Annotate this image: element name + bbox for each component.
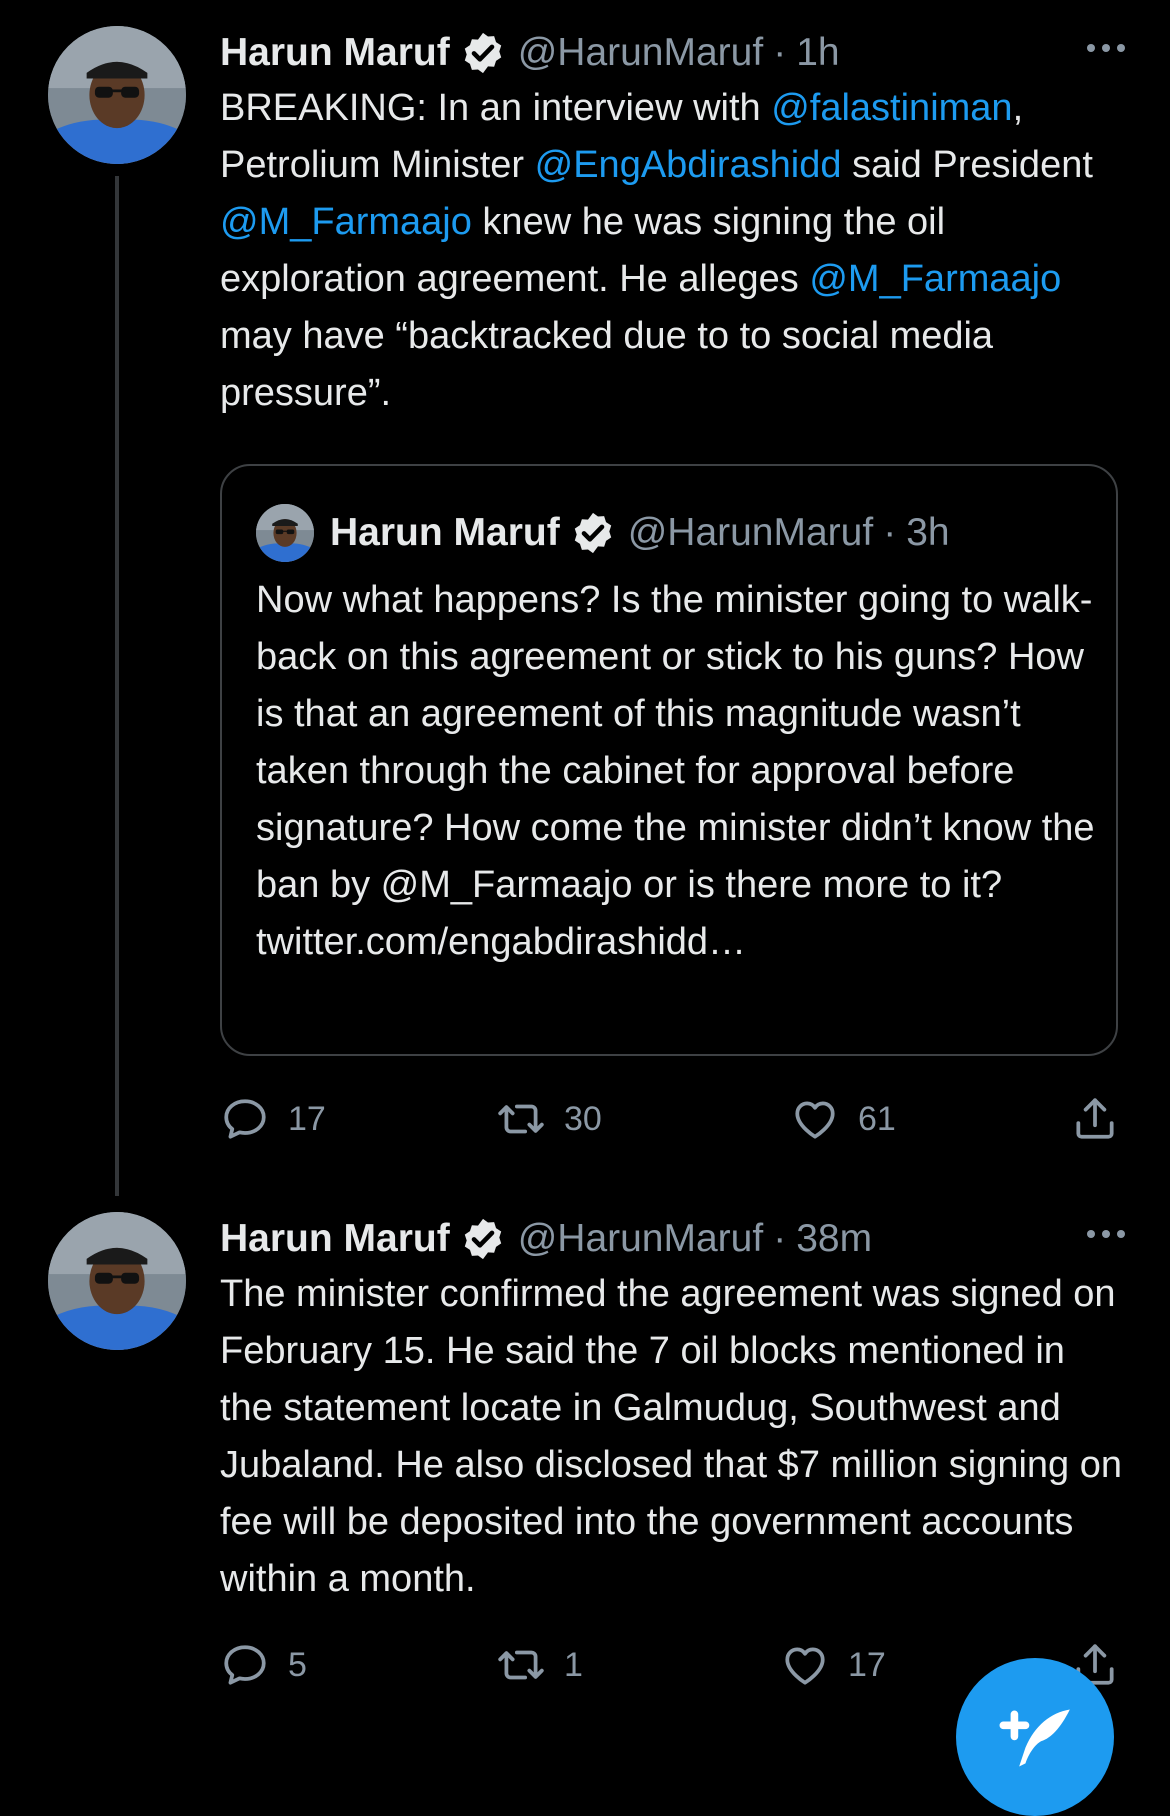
author-name[interactable]: Harun Maruf	[220, 1217, 450, 1261]
reply-icon	[220, 1094, 270, 1144]
more-icon[interactable]	[1087, 1230, 1125, 1238]
like-icon	[780, 1640, 830, 1690]
like-button[interactable]: 17	[780, 1640, 886, 1690]
author-name[interactable]: Harun Maruf	[220, 31, 450, 75]
author-handle[interactable]: @HarunMaruf	[518, 31, 764, 75]
mention-link[interactable]: @falastiniman	[771, 87, 1012, 129]
tweet-timestamp[interactable]: 38m	[796, 1217, 872, 1261]
separator-dot: ·	[883, 511, 897, 554]
tweet-timestamp[interactable]: 1h	[796, 31, 839, 75]
tweet-header: Harun Maruf @HarunMaruf · 1h	[220, 28, 1125, 78]
retweet-button[interactable]: 30	[496, 1094, 602, 1144]
verified-badge-icon	[570, 510, 616, 556]
quoted-tweet-card[interactable]: Harun Maruf @HarunMaruf · 3h Now what ha…	[220, 464, 1118, 1056]
author-handle[interactable]: @HarunMaruf	[518, 1217, 764, 1261]
tweet-content: Harun Maruf @HarunMaruf · 1h BREAKING: I…	[220, 28, 1125, 422]
reply-count: 5	[288, 1645, 307, 1684]
mention-link[interactable]: @M_Farmaajo	[809, 258, 1061, 300]
compose-tweet-button[interactable]	[956, 1658, 1114, 1816]
tweet-text: BREAKING: In an interview with @falastin…	[220, 80, 1125, 422]
retweet-icon	[496, 1094, 546, 1144]
compose-tweet-icon	[999, 1709, 1070, 1767]
quoted-author-handle: @HarunMaruf	[627, 511, 874, 554]
text-segment: BREAKING: In an interview with	[220, 87, 772, 129]
mention-link[interactable]: @EngAbdirashidd	[535, 144, 842, 186]
tweet-header: Harun Maruf @HarunMaruf · 38m	[220, 1214, 1125, 1264]
verified-badge-icon	[460, 1216, 506, 1262]
like-count: 61	[858, 1099, 896, 1138]
text-segment: said President	[841, 144, 1093, 186]
tweet-actions: 17 30 61	[220, 1094, 1140, 1154]
mention-link[interactable]: @M_Farmaajo	[220, 201, 472, 243]
reply-button[interactable]: 5	[220, 1640, 307, 1690]
author-avatar[interactable]	[48, 26, 186, 164]
share-icon	[1070, 1094, 1120, 1144]
more-icon[interactable]	[1087, 44, 1125, 52]
like-button[interactable]: 61	[790, 1094, 896, 1144]
thread-connector-line	[115, 176, 119, 1196]
quoted-tweet-header: Harun Maruf @HarunMaruf · 3h	[256, 504, 950, 562]
retweet-count: 30	[564, 1099, 602, 1138]
quoted-tweet-text: Now what happens? Is the minister going …	[256, 579, 1095, 963]
verified-badge-icon	[460, 30, 506, 76]
like-count: 17	[848, 1645, 886, 1684]
tweet-text: The minister confirmed the agreement was…	[220, 1273, 1122, 1600]
reply-icon	[220, 1640, 270, 1690]
tweet-content: Harun Maruf @HarunMaruf · 38m The minist…	[220, 1214, 1125, 1608]
quoted-author-name: Harun Maruf	[330, 511, 560, 554]
author-avatar[interactable]	[48, 1212, 186, 1350]
reply-button[interactable]: 17	[220, 1094, 326, 1144]
reply-count: 17	[288, 1099, 326, 1138]
share-button[interactable]	[1070, 1094, 1120, 1144]
retweet-icon	[496, 1640, 546, 1690]
separator-dot: ·	[773, 31, 787, 74]
quoted-author-avatar	[256, 504, 314, 562]
text-segment: may have “backtracked due to to social m…	[220, 315, 994, 414]
like-icon	[790, 1094, 840, 1144]
separator-dot: ·	[773, 1217, 787, 1260]
quoted-tweet-timestamp: 3h	[906, 511, 950, 554]
retweet-count: 1	[564, 1645, 583, 1684]
retweet-button[interactable]: 1	[496, 1640, 583, 1690]
